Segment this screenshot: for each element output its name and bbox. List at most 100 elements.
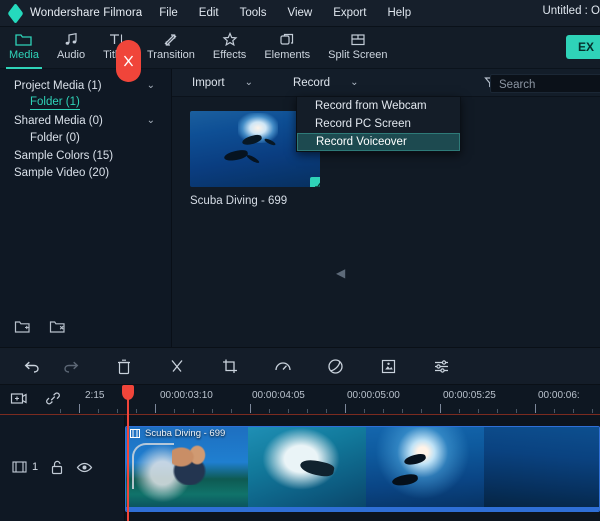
clip-selection-border [126,507,599,511]
delete-trash-icon[interactable] [104,347,143,385]
transition-arrows-icon [162,30,179,48]
sparkle-icon [222,30,238,48]
tab-transition[interactable]: Transition [138,27,204,69]
speed-gauge-icon[interactable] [263,347,302,385]
chevron-down-icon[interactable]: ⌄ [147,115,155,126]
sidebar-item-label: Folder (1) [30,96,80,111]
delete-folder-icon[interactable] [49,319,66,334]
menu-item-record-pc-screen[interactable]: Record PC Screen [297,115,460,133]
diver-silhouette [223,148,249,163]
menu-item-label: Record PC Screen [315,118,411,130]
tab-effects[interactable]: Effects [204,27,255,69]
crop-icon[interactable] [210,347,249,385]
sidebar-item-label: Sample Video (20) [14,167,110,180]
undo-icon[interactable] [12,347,51,385]
brand-name: Wondershare Filmora [30,7,143,19]
layers-icon [279,30,295,48]
tab-effects-label: Effects [212,49,247,61]
split-scissors-icon[interactable] [157,347,196,385]
tab-media-label: Media [9,49,39,61]
divers-on-boat [172,445,218,485]
timeline-tools [10,391,61,406]
record-button[interactable]: Record ⌄ [293,77,358,89]
chevron-down-icon[interactable]: ⌄ [350,77,358,88]
window-title: Untitled : O [542,5,600,17]
track-controls: 1 [0,453,125,481]
film-strip-icon [12,460,27,474]
tab-media[interactable]: Media [0,27,48,69]
sidebar-item-sample-video[interactable]: Sample Video (20) [0,165,171,183]
sidebar-item-sample-colors[interactable]: Sample Colors (15) [0,147,171,165]
tab-audio[interactable]: Audio [48,27,94,69]
menu-item-record-from-webcam[interactable]: Record from Webcam [297,97,460,115]
settings-sliders-icon[interactable] [422,347,461,385]
tab-split-screen-label: Split Screen [328,49,388,61]
split-screen-icon [350,30,366,48]
unlock-icon[interactable] [50,460,64,475]
sidebar-item-folder-1[interactable]: Folder (1) [0,95,171,113]
chevron-down-icon[interactable]: ⌄ [245,77,253,88]
underwater-subject [298,457,336,479]
media-item-label: Scuba Diving - 699 [190,195,288,207]
snapshot-icon[interactable] [369,347,408,385]
ruler-tick-label: 00:00:06: [538,390,580,401]
sidebar-item-shared-media[interactable]: Shared Media (0) ⌄ [0,112,171,130]
menu-item-label: Record from Webcam [315,100,427,112]
diver-silhouette [403,452,427,467]
sidebar-item-folder-0[interactable]: Folder (0) [0,130,171,148]
tab-elements[interactable]: Elements [255,27,319,69]
menu-bar: Wondershare Filmora File Edit Tools View… [0,0,600,27]
timeline-track-area[interactable]: Scuba Diving - 699 [125,415,600,521]
diver-silhouette [391,472,419,488]
feature-toolbar: Media Audio Titles Transition Effects [0,27,600,69]
timeline-clip-scuba-diving[interactable]: Scuba Diving - 699 [125,426,600,512]
search-input[interactable] [491,76,600,94]
ruler-tick-label: 00:00:03:10 [160,390,213,401]
media-sidebar: Project Media (1) ⌄ Folder (1) Shared Me… [0,69,172,347]
tab-transition-label: Transition [146,49,195,61]
sidebar-item-label: Shared Media (0) [14,114,103,127]
tab-audio-label: Audio [56,49,86,61]
folder-icon [15,30,33,48]
link-chain-icon[interactable] [45,391,61,406]
browser-toolbar: Import ⌄ Record ⌄ [172,69,600,97]
menu-item-view[interactable]: View [287,7,312,19]
record-dropdown-menu: Record from Webcam Record PC Screen Reco… [296,96,461,152]
color-tune-icon[interactable] [316,347,355,385]
clip-title-bar: Scuba Diving - 699 [126,427,599,440]
menu-item-edit[interactable]: Edit [199,7,219,19]
menu-item-export[interactable]: Export [333,7,366,19]
new-folder-icon[interactable] [14,319,31,334]
redo-icon[interactable] [51,347,90,385]
eye-visible-icon[interactable] [76,461,93,474]
export-button[interactable]: EX [565,35,600,59]
playhead-line [127,385,129,521]
selected-check-icon: ✓ [310,177,320,187]
track-number: 1 [32,461,39,473]
menu-item-label: Record Voiceover [316,136,407,148]
menu-item-record-voiceover[interactable]: Record Voiceover [297,133,460,151]
tab-split-screen[interactable]: Split Screen [319,27,396,69]
tab-elements-label: Elements [264,49,311,61]
import-button[interactable]: Import ⌄ [192,77,253,89]
ruler-tick-label: 2:15 [85,390,105,401]
ruler-tick-label: 00:00:05:25 [443,390,496,401]
split-clip-button[interactable] [116,40,141,82]
diver-fin [245,153,260,164]
add-media-icon[interactable] [10,391,27,406]
menu-item-tools[interactable]: Tools [240,7,267,19]
menu-items: File Edit Tools View Export Help [159,7,411,19]
timeline-ruler[interactable]: 2:15 00:00:03:10 00:00:04:05 00:00:05:00… [0,385,600,415]
collapse-panel-arrow-icon[interactable]: ◀ [336,265,345,281]
import-label: Import [192,76,225,89]
filmora-window: Wondershare Filmora File Edit Tools View… [0,0,600,521]
menu-item-help[interactable]: Help [387,7,411,19]
search-box[interactable] [490,74,600,94]
record-label: Record [292,76,331,89]
filmora-diamond-icon [7,2,24,24]
chevron-down-icon[interactable]: ⌄ [147,80,155,91]
menu-item-file[interactable]: File [159,7,178,19]
sidebar-item-project-media[interactable]: Project Media (1) ⌄ [0,77,171,95]
boat-rail [132,443,174,489]
folder-tools [0,313,172,339]
